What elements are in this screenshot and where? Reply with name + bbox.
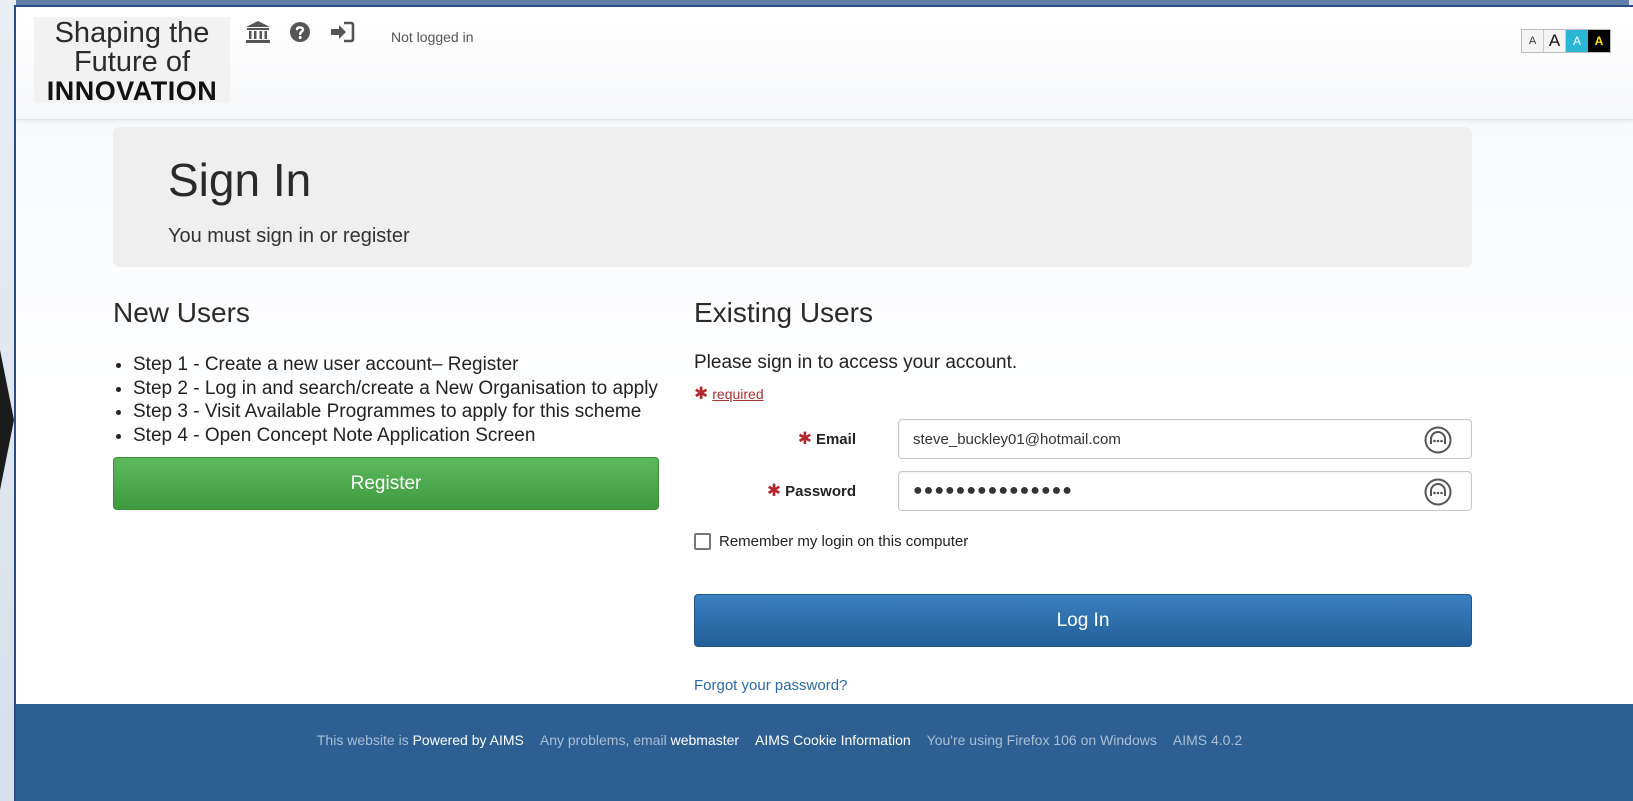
required-legend: ✱ required [694, 384, 1472, 404]
password-row: ✱ Password ●●●●●●●●●●●●●●● [694, 471, 1472, 511]
password-manager-icon[interactable] [1423, 477, 1453, 507]
list-item: Step 4 - Open Concept Note Application S… [133, 424, 659, 448]
list-item: Step 3 - Visit Available Programmes to a… [133, 400, 659, 424]
email-field[interactable]: steve_buckley01@hotmail.com [898, 419, 1472, 459]
new-users-heading: New Users [113, 297, 250, 328]
accessibility-controls: A A A A [1521, 29, 1611, 53]
required-star-icon: ✱ [694, 384, 709, 403]
version-text: AIMS 4.0.2 [1172, 732, 1243, 748]
password-field[interactable]: ●●●●●●●●●●●●●●● [898, 471, 1472, 511]
remember-login-label: Remember my login on this computer [719, 533, 969, 550]
required-legend-text: required [712, 386, 764, 402]
password-label-text: Password [785, 482, 856, 500]
sign-in-banner: Sign In You must sign in or register [113, 127, 1472, 267]
footer-problems-prefix: Any problems, email [539, 732, 667, 748]
list-item: Step 2 - Log in and search/create a New … [133, 377, 659, 401]
footer-problems: Any problems, email webmaster [540, 732, 739, 748]
page-title: Sign In [168, 154, 312, 206]
cookie-info-link[interactable]: AIMS Cookie Information [755, 732, 911, 748]
font-size-large-button[interactable]: A [1544, 30, 1566, 52]
site-footer: This website is Powered by AIMS Any prob… [16, 704, 1633, 801]
existing-users-heading: Existing Users [694, 297, 873, 328]
required-star-icon: ✱ [797, 429, 812, 448]
email-label: ✱ Email [798, 429, 856, 449]
contrast-cyan-button[interactable]: A [1566, 30, 1588, 52]
browser-info-text: You're using Firefox 106 on Windows [926, 732, 1157, 748]
registration-steps-list: Step 1 - Create a new user account– Regi… [113, 353, 659, 447]
email-field-value: steve_buckley01@hotmail.com [913, 430, 1121, 448]
email-label-text: Email [815, 430, 856, 448]
sign-in-instructions: Please sign in to access your account. [694, 352, 1018, 373]
existing-users-section: Existing Users Please sign in to access … [694, 297, 1472, 694]
list-item: Step 1 - Create a new user account– Regi… [133, 353, 659, 377]
forgot-password-link[interactable]: Forgot your password? [694, 677, 847, 694]
footer-links: This website is Powered by AIMS Any prob… [16, 732, 1633, 748]
password-label: ✱ Password [767, 481, 856, 501]
sign-in-icon[interactable] [328, 19, 356, 45]
required-star-icon: ✱ [766, 481, 782, 500]
logo-line-1: Shaping the [54, 17, 210, 49]
powered-by-aims-link[interactable]: Powered by AIMS [413, 732, 524, 748]
page-subtitle: You must sign in or register [168, 225, 410, 247]
email-row: ✱ Email steve_buckley01@hotmail.com [694, 419, 1472, 459]
password-field-value: ●●●●●●●●●●●●●●● [913, 482, 1073, 499]
webmaster-link[interactable]: webmaster [671, 732, 739, 748]
remember-login-checkbox[interactable] [694, 533, 711, 550]
login-status-text: Not logged in [391, 29, 474, 45]
new-users-section: New Users Step 1 - Create a new user acc… [113, 297, 659, 510]
bank-icon[interactable] [244, 19, 272, 45]
logo-line-2: Future of [73, 46, 191, 78]
header-nav-icons [244, 19, 356, 45]
browser-page: Shaping the Future of INNOVATION Not log… [14, 5, 1633, 801]
footer-powered-prefix: This website is [316, 732, 409, 748]
password-manager-icon[interactable] [1423, 425, 1453, 455]
login-button[interactable]: Log In [694, 594, 1472, 647]
font-size-small-button[interactable]: A [1522, 30, 1544, 52]
remember-login-option[interactable]: Remember my login on this computer [694, 533, 968, 550]
site-header: Shaping the Future of INNOVATION Not log… [16, 7, 1633, 120]
footer-powered: This website is Powered by AIMS [317, 732, 524, 748]
contrast-yellow-button[interactable]: A [1588, 30, 1610, 52]
question-circle-icon[interactable] [286, 19, 314, 45]
register-button[interactable]: Register [113, 457, 659, 510]
site-logo[interactable]: Shaping the Future of INNOVATION [34, 17, 230, 106]
logo-line-3: INNOVATION [46, 76, 218, 106]
backdrop-arrow-shape [0, 350, 14, 490]
